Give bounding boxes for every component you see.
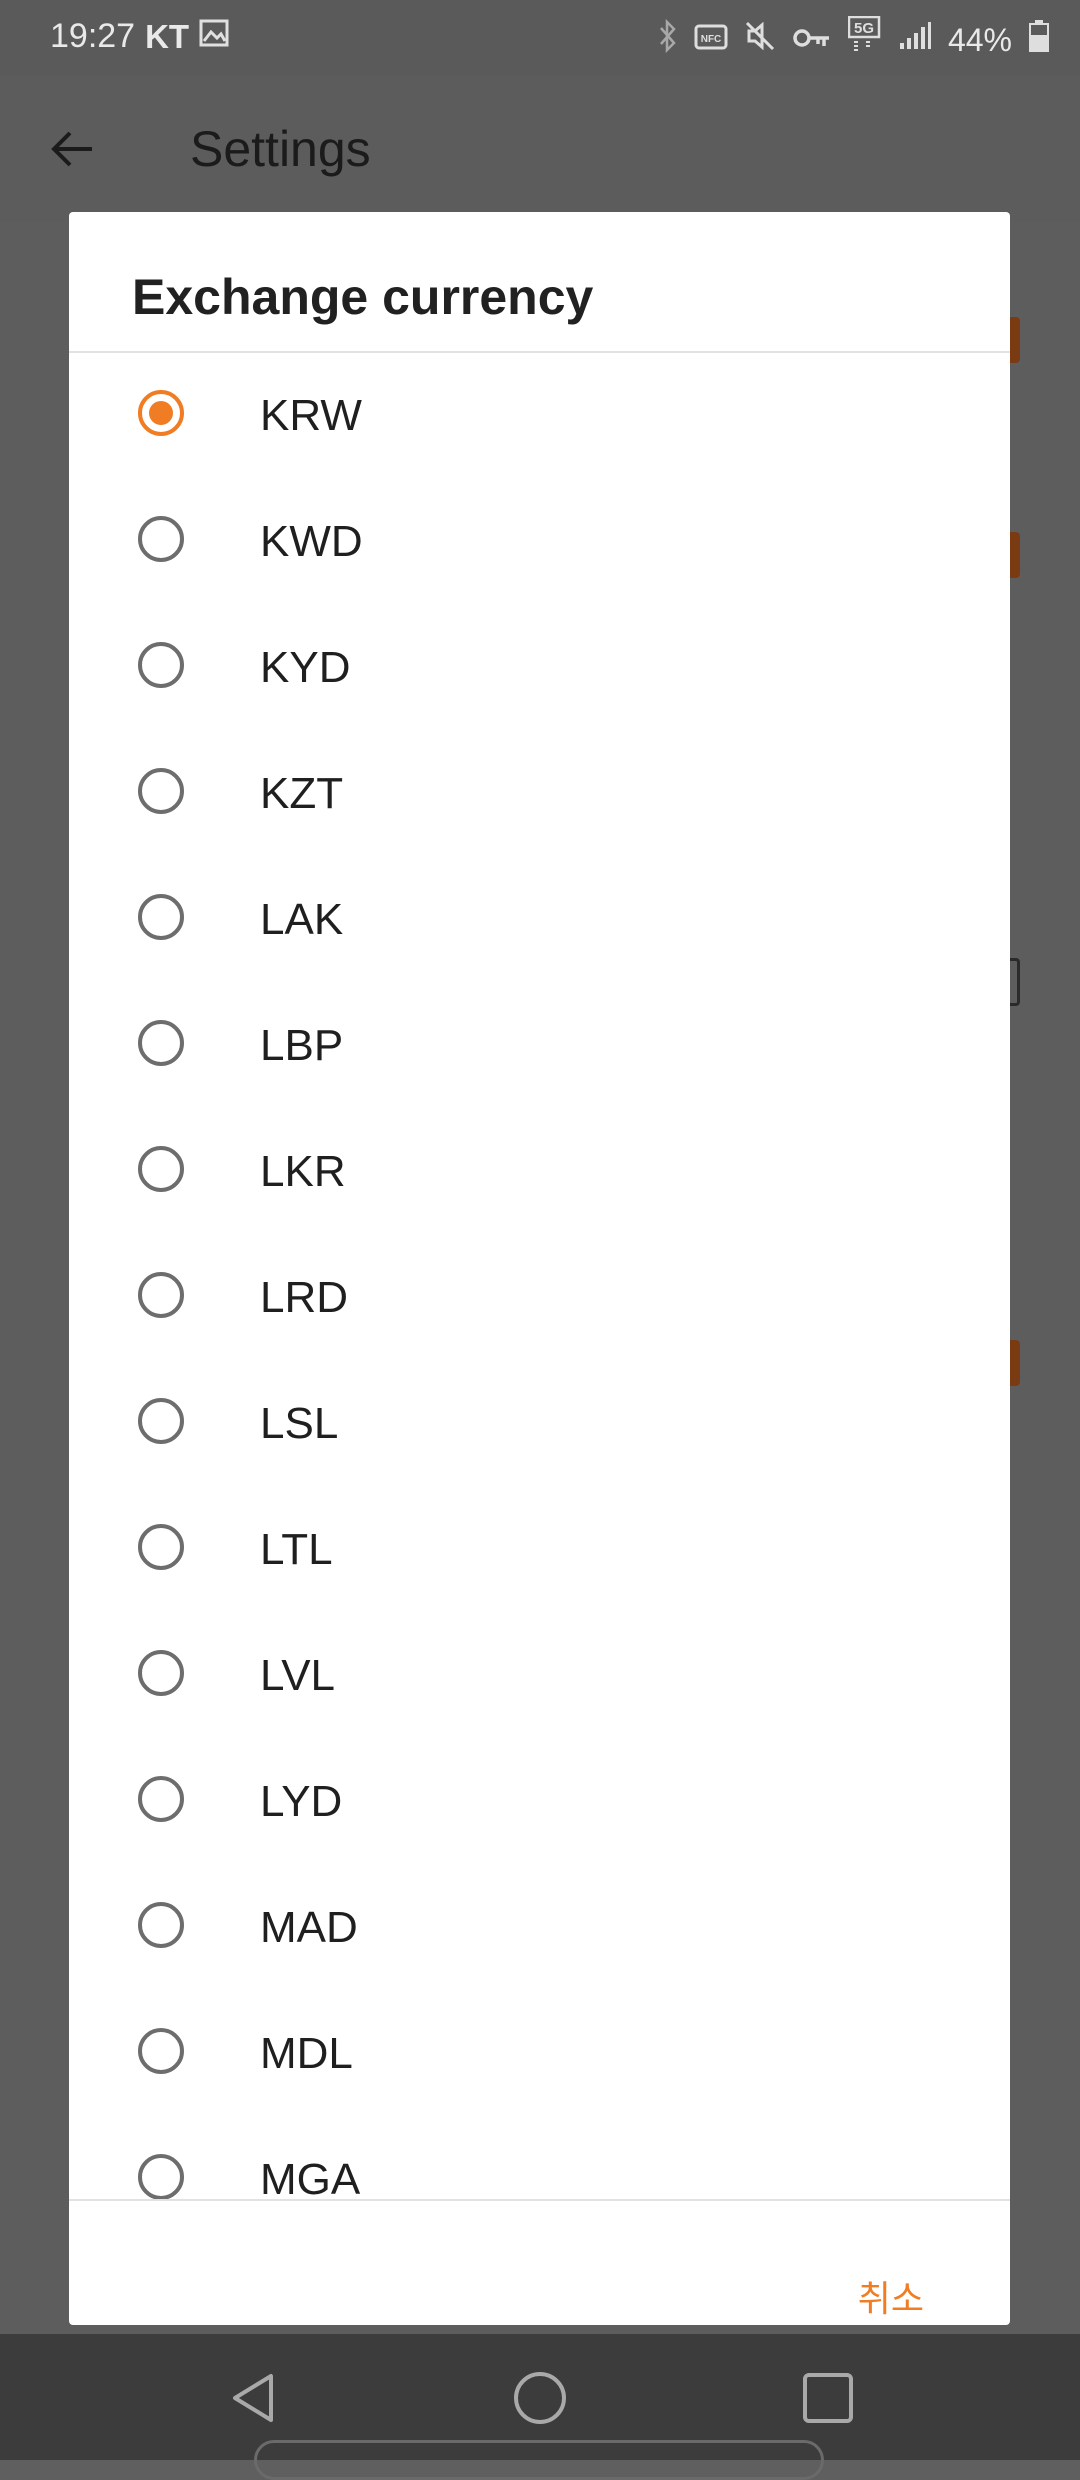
arrow-back-icon[interactable] [48, 124, 98, 174]
currency-option-lrd[interactable]: LRD [69, 1235, 1010, 1361]
option-label: LYD [260, 1777, 343, 1826]
option-label: LRD [260, 1273, 349, 1322]
cancel-button[interactable]: 취소 [852, 2262, 930, 2325]
option-label: KYD [260, 643, 351, 692]
radio-button[interactable] [138, 1398, 184, 1444]
currency-option-mad[interactable]: MAD [69, 1865, 1010, 1991]
option-label: MAD [260, 1903, 358, 1952]
option-label: MDL [260, 2029, 353, 2078]
currency-option-lak[interactable]: LAK [69, 857, 1010, 983]
currency-option-mga[interactable]: MGA [69, 2117, 1010, 2199]
page-title: Settings [190, 121, 371, 177]
currency-option-list[interactable]: KRW KWD KYD KZT LAK LBP LKR LRD LSL LTL … [69, 353, 1010, 2199]
option-label: LVL [260, 1651, 336, 1700]
currency-option-lbp[interactable]: LBP [69, 983, 1010, 1109]
currency-option-kwd[interactable]: KWD [69, 479, 1010, 605]
radio-button[interactable] [138, 1650, 184, 1696]
radio-button[interactable] [138, 1776, 184, 1822]
option-label: KRW [260, 391, 362, 440]
vpn-key-icon [792, 21, 832, 60]
currency-option-kzt[interactable]: KZT [69, 731, 1010, 857]
radio-button[interactable] [138, 1272, 184, 1318]
currency-option-mdl[interactable]: MDL [69, 1991, 1010, 2117]
option-label: LTL [260, 1525, 333, 1574]
option-label: LKR [260, 1147, 346, 1196]
currency-option-lkr[interactable]: LKR [69, 1109, 1010, 1235]
bluetooth-icon [658, 18, 678, 62]
status-left: 19:27 KT [50, 17, 229, 56]
gesture-handle[interactable] [254, 2440, 824, 2480]
option-label: LSL [260, 1399, 339, 1448]
currency-option-lvl[interactable]: LVL [69, 1613, 1010, 1739]
radio-button[interactable] [138, 2154, 184, 2199]
signal-icon [898, 21, 932, 60]
radio-button[interactable] [138, 1146, 184, 1192]
radio-button[interactable] [138, 1020, 184, 1066]
svg-text:5G: 5G [854, 20, 874, 37]
status-bar: 19:27 KT NFC 5G 44% [0, 0, 1080, 76]
home-circle-icon[interactable] [510, 2368, 570, 2428]
status-carrier: KT [145, 17, 190, 55]
option-label: KZT [260, 769, 344, 818]
app-bar: Settings [0, 76, 1080, 224]
divider [69, 2199, 1010, 2201]
radio-button[interactable] [138, 2028, 184, 2074]
battery-icon [1028, 19, 1050, 62]
svg-text:NFC: NFC [701, 34, 722, 45]
option-label: KWD [260, 517, 363, 566]
option-label: MGA [260, 2155, 361, 2199]
radio-button-selected[interactable] [138, 390, 184, 436]
radio-button[interactable] [138, 1902, 184, 1948]
battery-percent: 44% [947, 22, 1012, 58]
recents-square-icon[interactable] [798, 2368, 858, 2428]
currency-option-kyd[interactable]: KYD [69, 605, 1010, 731]
image-icon [199, 17, 229, 56]
status-right: NFC 5G 44% [658, 15, 1050, 65]
option-label: LAK [260, 895, 344, 944]
dialog-title: Exchange currency [132, 269, 594, 325]
exchange-currency-dialog: Exchange currency KRW KWD KYD KZT LAK LB… [69, 212, 1010, 2325]
5g-icon: 5G [847, 15, 882, 65]
back-triangle-icon[interactable] [225, 2368, 285, 2428]
mute-icon [744, 20, 776, 61]
currency-option-lyd[interactable]: LYD [69, 1739, 1010, 1865]
radio-button[interactable] [138, 768, 184, 814]
radio-button[interactable] [138, 894, 184, 940]
currency-option-lsl[interactable]: LSL [69, 1361, 1010, 1487]
nfc-icon: NFC [694, 21, 728, 60]
radio-button[interactable] [138, 1524, 184, 1570]
status-time: 19:27 [50, 17, 136, 55]
currency-option-krw[interactable]: KRW [69, 353, 1010, 479]
radio-button[interactable] [138, 516, 184, 562]
radio-button[interactable] [138, 642, 184, 688]
option-label: LBP [260, 1021, 344, 1070]
currency-option-ltl[interactable]: LTL [69, 1487, 1010, 1613]
